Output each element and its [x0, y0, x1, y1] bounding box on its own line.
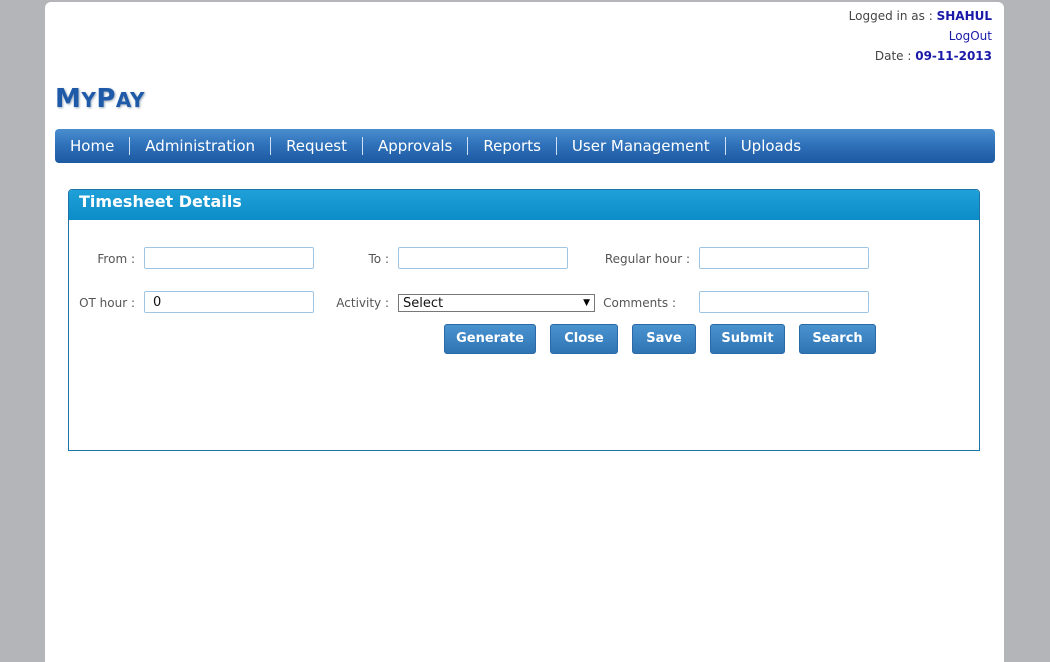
user-info: Logged in as : SHAHUL LogOut Date : 09-1…	[849, 6, 992, 66]
to-label: To :	[368, 252, 390, 266]
logged-in-row: Logged in as : SHAHUL	[849, 6, 992, 26]
ot-hour-input[interactable]	[144, 291, 314, 313]
page-container: Logged in as : SHAHUL LogOut Date : 09-1…	[45, 2, 1004, 662]
nav-approvals[interactable]: Approvals	[362, 137, 467, 155]
logged-in-label: Logged in as :	[848, 9, 933, 23]
generate-button[interactable]: Generate	[444, 324, 536, 354]
nav-request[interactable]: Request	[270, 137, 362, 155]
from-label: From :	[97, 252, 135, 266]
submit-button[interactable]: Submit	[710, 324, 785, 354]
activity-selected: Select	[403, 295, 444, 311]
mypay-logo: MYPAY	[55, 84, 145, 114]
to-input[interactable]	[398, 247, 568, 269]
nav-reports[interactable]: Reports	[467, 137, 556, 155]
nav-home[interactable]: Home	[55, 137, 129, 155]
search-button[interactable]: Search	[799, 324, 876, 354]
logout-link[interactable]: LogOut	[949, 29, 992, 43]
date-row: Date : 09-11-2013	[849, 46, 992, 66]
nav-user-management[interactable]: User Management	[555, 137, 725, 155]
from-input[interactable]	[144, 247, 314, 269]
nav-administration[interactable]: Administration	[129, 137, 270, 155]
regular-hour-label: Regular hour :	[604, 252, 690, 266]
activity-label: Activity :	[336, 296, 389, 310]
close-button[interactable]: Close	[550, 324, 618, 354]
timesheet-panel: Timesheet Details From : To : Regular ho…	[68, 189, 980, 451]
date-label: Date :	[874, 49, 912, 63]
regular-hour-input[interactable]	[699, 247, 869, 269]
save-button[interactable]: Save	[632, 324, 696, 354]
nav-uploads[interactable]: Uploads	[724, 137, 816, 155]
panel-title: Timesheet Details	[69, 190, 979, 220]
main-navbar: Home Administration Request Approvals Re…	[55, 129, 995, 163]
comments-input[interactable]	[699, 291, 869, 313]
activity-select[interactable]: Select ▼	[398, 294, 595, 312]
date-value: 09-11-2013	[915, 49, 992, 63]
username: SHAHUL	[936, 9, 992, 23]
ot-hour-label: OT hour :	[79, 296, 135, 310]
comments-label: Comments :	[603, 296, 676, 310]
